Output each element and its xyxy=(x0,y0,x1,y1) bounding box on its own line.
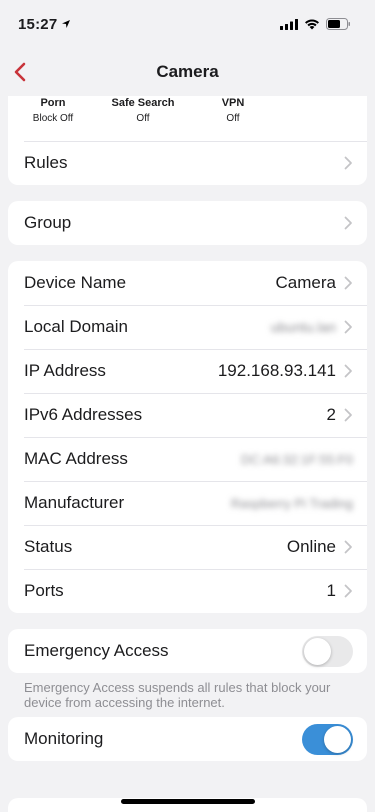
monitoring-row: Monitoring xyxy=(8,717,367,761)
monitoring-toggle[interactable] xyxy=(302,723,353,755)
chevron-right-icon xyxy=(344,584,352,598)
row-label: Device Name xyxy=(24,273,127,292)
navigation-bar: Camera xyxy=(0,48,375,96)
status-icons xyxy=(280,18,351,30)
row-label: MAC Address xyxy=(24,449,128,468)
row-value: 2 xyxy=(326,405,336,424)
ipv6-addresses-row[interactable]: IPv6 Addresses 2 xyxy=(8,393,367,437)
filter-summary: Porn Block Off Safe Search Off VPN Off xyxy=(8,96,367,141)
mac-address-row: MAC Address DC:A6:32:1F:55:F0 xyxy=(8,437,367,481)
filter-value: Off xyxy=(226,113,240,124)
row-label: Ports xyxy=(24,581,64,600)
filter-label: VPN xyxy=(221,97,245,109)
row-value: 1 xyxy=(326,581,336,600)
row-value: Camera xyxy=(275,273,336,292)
row-value-redacted: ubuntu.lan xyxy=(270,319,336,335)
page-title: Camera xyxy=(156,62,219,81)
device-name-row[interactable]: Device Name Camera xyxy=(8,261,367,305)
chevron-right-icon xyxy=(344,216,352,230)
emergency-access-card: Emergency Access xyxy=(8,629,367,673)
local-domain-row[interactable]: Local Domain ubuntu.lan xyxy=(8,305,367,349)
row-label: Manufacturer xyxy=(24,493,125,512)
row-label: Monitoring xyxy=(24,729,104,748)
filter-label: Porn xyxy=(40,97,66,109)
emergency-access-toggle[interactable] xyxy=(302,635,353,667)
filter-safe-search: Safe Search Off xyxy=(98,96,188,141)
filter-value: Block Off xyxy=(32,113,74,124)
ports-row[interactable]: Ports 1 xyxy=(8,569,367,613)
manufacturer-row: Manufacturer Raspberry Pi Trading xyxy=(8,481,367,525)
chevron-right-icon xyxy=(344,276,352,290)
device-info-card: Device Name Camera Local Domain ubuntu.l… xyxy=(8,261,367,613)
location-arrow-icon xyxy=(62,20,71,28)
row-label: Rules xyxy=(24,153,68,172)
back-button[interactable] xyxy=(6,58,34,86)
row-value: Online xyxy=(286,537,336,556)
group-card: Group xyxy=(8,201,367,245)
battery-icon xyxy=(326,18,350,30)
row-label: IP Address xyxy=(24,361,106,380)
emergency-access-note: Emergency Access suspends all rules that… xyxy=(24,680,331,710)
chevron-left-icon xyxy=(14,62,26,82)
chevron-right-icon xyxy=(344,540,352,554)
filter-porn: Porn Block Off xyxy=(8,96,98,141)
ip-address-row[interactable]: IP Address 192.168.93.141 xyxy=(8,349,367,393)
chevron-right-icon xyxy=(344,320,352,334)
filter-vpn: VPN Off xyxy=(188,96,278,141)
toggle-knob xyxy=(304,637,331,665)
status-bar: 15:27 xyxy=(0,0,375,48)
time-text: 15:27 xyxy=(18,15,58,33)
toggle-knob xyxy=(324,725,351,753)
row-value: 192.168.93.141 xyxy=(217,361,336,380)
content: Porn Block Off Safe Search Off VPN Off R… xyxy=(8,96,367,761)
chevron-right-icon xyxy=(344,156,352,170)
row-label: Local Domain xyxy=(24,317,128,336)
status-time: 15:27 xyxy=(18,16,71,33)
home-indicator xyxy=(121,799,255,804)
chevron-right-icon xyxy=(344,364,352,378)
chevron-right-icon xyxy=(344,408,352,422)
rules-row[interactable]: Rules xyxy=(8,141,367,185)
status-row[interactable]: Status Online xyxy=(8,525,367,569)
group-row[interactable]: Group xyxy=(8,201,367,245)
emergency-access-row: Emergency Access xyxy=(8,629,367,673)
row-value-redacted: DC:A6:32:1F:55:F0 xyxy=(241,451,353,467)
wifi-icon xyxy=(305,19,319,30)
row-label: Emergency Access xyxy=(24,641,169,660)
row-label: Status xyxy=(24,537,73,556)
filter-value: Off xyxy=(136,113,150,124)
filters-rules-card: Porn Block Off Safe Search Off VPN Off R… xyxy=(8,96,367,185)
row-label: IPv6 Addresses xyxy=(24,405,143,424)
signal-icon xyxy=(280,18,298,30)
monitoring-card: Monitoring xyxy=(8,717,367,761)
filter-label: Safe Search xyxy=(111,97,175,109)
row-label: Group xyxy=(24,213,72,232)
row-value-redacted: Raspberry Pi Trading xyxy=(230,495,353,511)
